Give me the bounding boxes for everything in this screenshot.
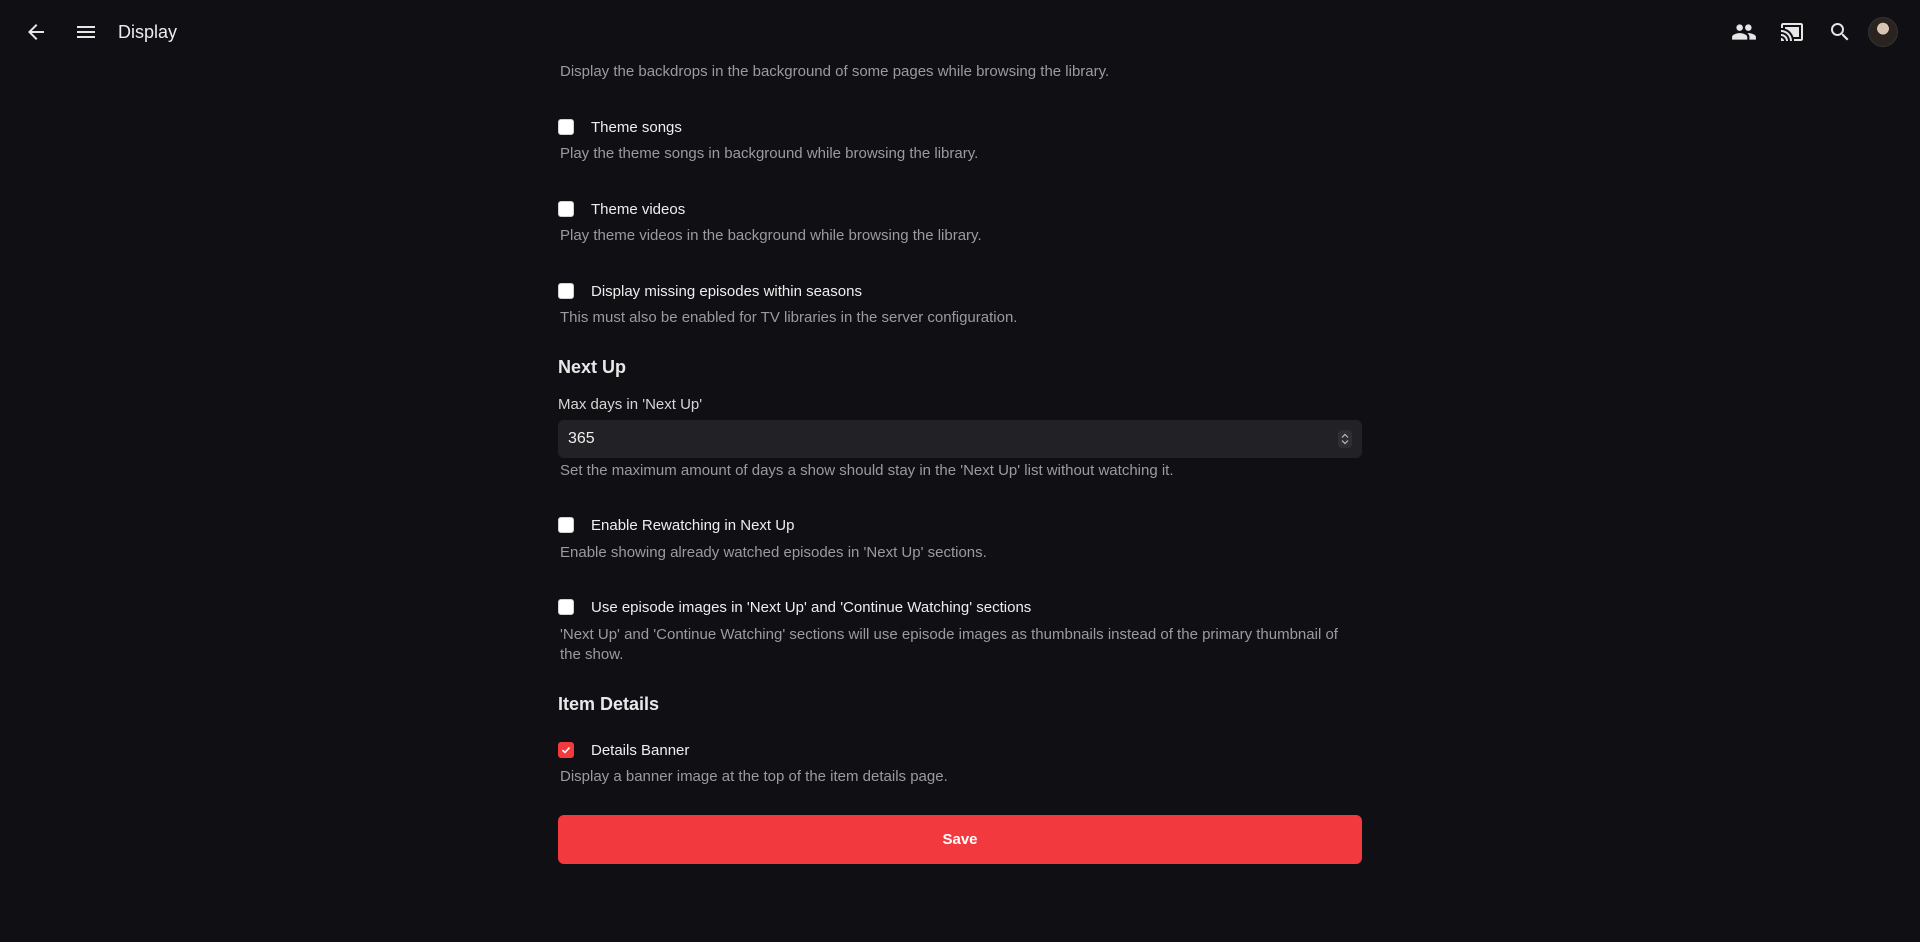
details-banner-row: Details Banner [558, 739, 689, 761]
details-banner-label[interactable]: Details Banner [591, 742, 689, 759]
missing-episodes-row: Display missing episodes within seasons [558, 280, 862, 302]
max-days-description: Set the maximum amount of days a show sh… [560, 462, 1174, 479]
item-details-heading: Item Details [558, 694, 660, 714]
theme-videos-row: Theme videos [558, 198, 685, 220]
episode-images-checkbox[interactable] [558, 599, 574, 615]
stepper-arrows-icon [1341, 433, 1349, 445]
cast-icon [1781, 23, 1803, 41]
theme-songs-row: Theme songs [558, 116, 682, 138]
back-button[interactable] [12, 8, 60, 56]
details-banner-checkbox[interactable] [558, 742, 574, 758]
theme-videos-checkbox[interactable] [558, 201, 574, 217]
menu-icon [77, 26, 95, 38]
sync-play-button[interactable] [1720, 8, 1768, 56]
rewatching-description: Enable showing already watched episodes … [560, 544, 987, 561]
max-days-input[interactable]: 365 [558, 420, 1362, 458]
missing-episodes-description: This must also be enabled for TV librari… [560, 309, 1018, 326]
save-button[interactable]: Save [558, 815, 1362, 864]
rewatching-row: Enable Rewatching in Next Up [558, 514, 794, 536]
theme-videos-description: Play theme videos in the background whil… [560, 227, 982, 244]
episode-images-row: Use episode images in 'Next Up' and 'Con… [558, 596, 1031, 618]
checkmark-icon [561, 746, 571, 754]
missing-episodes-checkbox[interactable] [558, 283, 574, 299]
next-up-heading: Next Up [558, 357, 627, 377]
max-days-value[interactable]: 365 [568, 430, 595, 448]
search-icon [1831, 23, 1849, 41]
theme-songs-checkbox[interactable] [558, 119, 574, 135]
max-days-label: Max days in 'Next Up' [558, 396, 703, 413]
missing-episodes-label[interactable]: Display missing episodes within seasons [591, 283, 862, 300]
details-banner-description: Display a banner image at the top of the… [560, 768, 948, 785]
backdrops-description: Display the backdrops in the background … [560, 63, 1110, 80]
number-stepper[interactable] [1338, 430, 1352, 448]
theme-songs-description: Play the theme songs in background while… [560, 145, 979, 162]
cast-button[interactable] [1768, 8, 1816, 56]
app-header: Display [0, 0, 1920, 64]
rewatching-label[interactable]: Enable Rewatching in Next Up [591, 517, 794, 534]
back-arrow-icon [28, 24, 44, 40]
theme-videos-label[interactable]: Theme videos [591, 201, 685, 218]
users-icon [1732, 24, 1756, 40]
rewatching-checkbox[interactable] [558, 517, 574, 533]
search-button[interactable] [1816, 8, 1864, 56]
page-title: Display [118, 21, 178, 42]
user-avatar[interactable] [1868, 17, 1898, 47]
episode-images-label[interactable]: Use episode images in 'Next Up' and 'Con… [591, 599, 1031, 616]
theme-songs-label[interactable]: Theme songs [591, 119, 682, 136]
menu-button[interactable] [62, 8, 110, 56]
episode-images-description: 'Next Up' and 'Continue Watching' sectio… [560, 626, 1338, 663]
